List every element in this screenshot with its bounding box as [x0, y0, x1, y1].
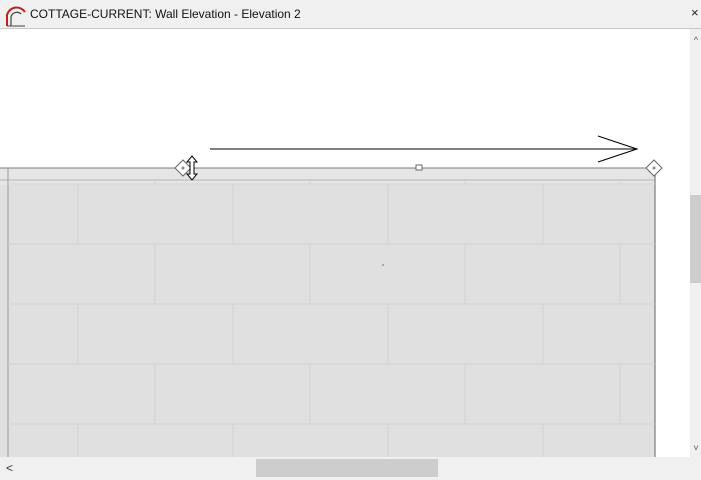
- elevation-drawing: [0, 135, 663, 457]
- scroll-up-icon[interactable]: ^: [691, 33, 701, 47]
- window-titlebar[interactable]: COTTAGE-CURRENT: Wall Elevation - Elevat…: [0, 0, 701, 29]
- close-button[interactable]: ×: [691, 4, 701, 22]
- drawing-canvas[interactable]: [0, 29, 690, 457]
- center-point: [382, 264, 384, 266]
- window-title: COTTAGE-CURRENT: Wall Elevation - Elevat…: [30, 7, 301, 21]
- wall-top-band: [0, 168, 655, 185]
- vertical-scroll-thumb[interactable]: [690, 195, 701, 283]
- scroll-left-icon[interactable]: <: [6, 460, 18, 476]
- direction-arrow: [210, 135, 639, 163]
- midpoint-handle-icon: [415, 164, 423, 171]
- app-logo-icon: [4, 2, 28, 28]
- scroll-down-icon[interactable]: ˅: [691, 441, 701, 455]
- horizontal-scroll-thumb[interactable]: [256, 459, 438, 477]
- horizontal-scrollbar[interactable]: <: [0, 457, 690, 480]
- plan-window: COTTAGE-CURRENT: Wall Elevation - Elevat…: [0, 0, 701, 480]
- vertical-scrollbar[interactable]: ^ ˅: [690, 29, 701, 457]
- wall-face: [0, 184, 655, 457]
- scrollbar-corner: [690, 457, 701, 480]
